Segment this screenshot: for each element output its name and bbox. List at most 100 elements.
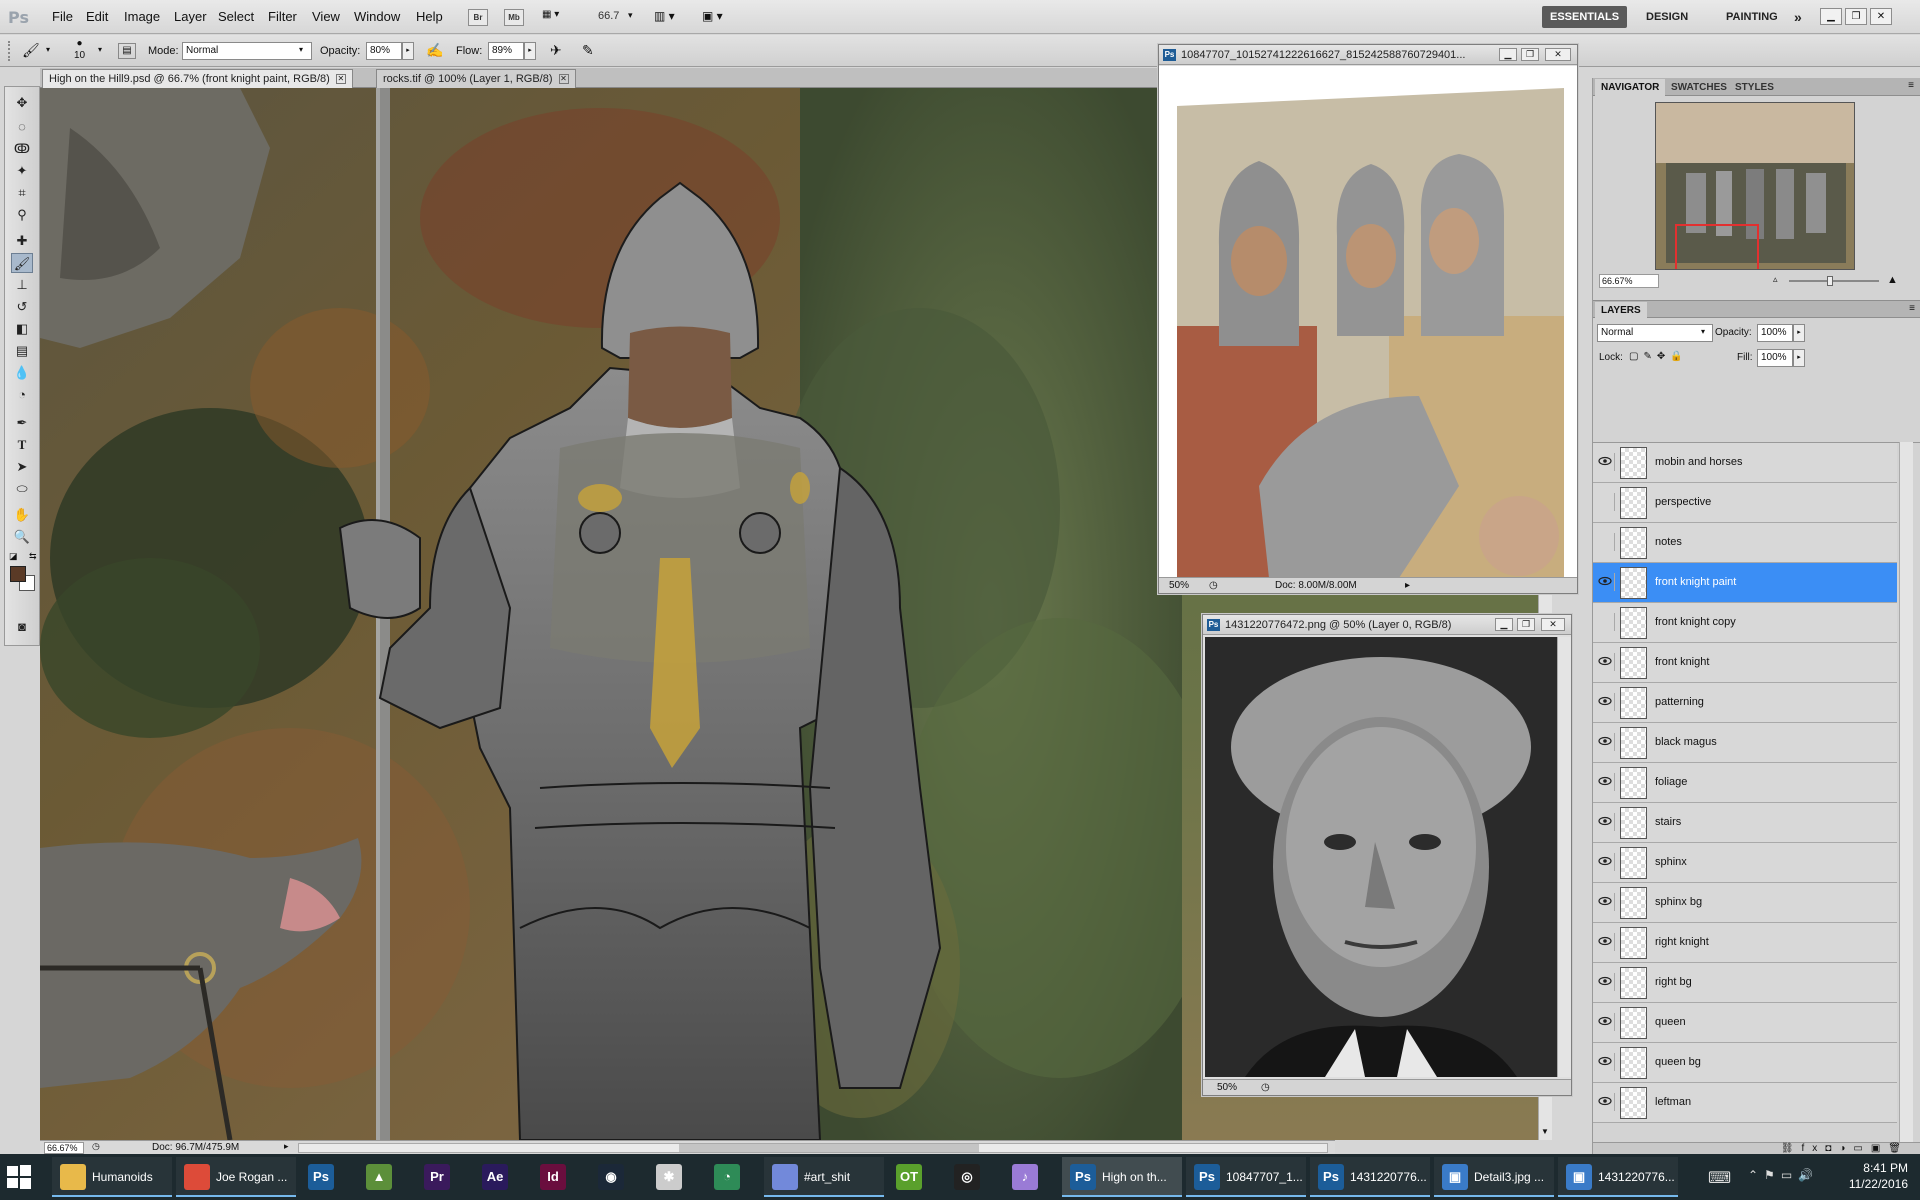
- path-selection-tool-icon[interactable]: ➤: [11, 457, 33, 477]
- layer-blend-mode-select[interactable]: Normal: [1597, 324, 1713, 342]
- tab-rocks[interactable]: rocks.tif @ 100% (Layer 1, RGB/8) ✕: [376, 69, 576, 88]
- eye-icon[interactable]: [1597, 573, 1615, 591]
- quick-mask-icon[interactable]: ◙: [11, 617, 33, 637]
- floating-document-portrait[interactable]: Ps 1431220776472.png @ 50% (Layer 0, RGB…: [1202, 614, 1572, 1096]
- arrange-documents-dropdown[interactable]: ▥ ▾: [654, 9, 675, 23]
- workspace-painting[interactable]: PAINTING: [1718, 6, 1786, 28]
- shape-tool-icon[interactable]: ⬭: [11, 479, 33, 499]
- window-zoom[interactable]: 50%: [1169, 578, 1189, 593]
- flow-slider-button[interactable]: ▸: [524, 42, 536, 60]
- close-icon[interactable]: ✕: [1545, 48, 1571, 61]
- layer-row[interactable]: notes: [1593, 523, 1897, 563]
- dodge-tool-icon[interactable]: ◔: [11, 385, 33, 405]
- layer-thumbnail[interactable]: [1620, 1087, 1647, 1119]
- status-zoom-field[interactable]: 66.67%: [44, 1142, 84, 1154]
- taskbar-app[interactable]: Id: [532, 1157, 588, 1197]
- layer-row[interactable]: stairs: [1593, 803, 1897, 843]
- layer-row[interactable]: patterning: [1593, 683, 1897, 723]
- navigator-preview[interactable]: [1655, 102, 1855, 270]
- layer-row[interactable]: black magus: [1593, 723, 1897, 763]
- opacity-input[interactable]: 80%: [366, 42, 402, 60]
- zoom-tool-icon[interactable]: 🔍: [11, 527, 33, 547]
- scrollbar-thumb[interactable]: [679, 1144, 979, 1152]
- hidden-eye-toggle[interactable]: [1597, 613, 1615, 631]
- tablet-pressure-size-icon[interactable]: ✎: [582, 42, 594, 59]
- layer-row[interactable]: front knight paint: [1593, 563, 1897, 603]
- taskbar-app[interactable]: Ps: [300, 1157, 356, 1197]
- layer-thumbnail[interactable]: [1620, 607, 1647, 639]
- menu-help[interactable]: Help: [416, 9, 443, 24]
- tab-layers[interactable]: LAYERS: [1595, 302, 1647, 319]
- zoom-in-icon[interactable]: ▲: [1887, 274, 1898, 286]
- foreground-color-swatch[interactable]: [10, 566, 26, 582]
- opacity-slider-button[interactable]: ▸: [402, 42, 414, 60]
- zoom-out-icon[interactable]: ▵: [1773, 274, 1778, 285]
- system-clock[interactable]: 8:41 PM 11/22/2016: [1849, 1160, 1908, 1192]
- gradient-tool-icon[interactable]: ▤: [11, 341, 33, 361]
- healing-brush-tool-icon[interactable]: ✚: [11, 231, 33, 251]
- layer-row[interactable]: queen: [1593, 1003, 1897, 1043]
- eraser-tool-icon[interactable]: ◧: [11, 319, 33, 339]
- taskbar-app[interactable]: ▣ Detail3.jpg ...: [1434, 1157, 1554, 1197]
- eye-icon[interactable]: [1597, 773, 1615, 791]
- crop-tool-icon[interactable]: ⌗: [11, 183, 33, 203]
- layer-row[interactable]: front knight: [1593, 643, 1897, 683]
- taskbar-app[interactable]: ◔: [706, 1157, 762, 1197]
- minimize-icon[interactable]: ▁: [1820, 8, 1842, 25]
- eye-icon[interactable]: [1597, 653, 1615, 671]
- zoom-level[interactable]: 66.7: [598, 10, 619, 22]
- eye-icon[interactable]: [1597, 453, 1615, 471]
- taskbar-app[interactable]: Humanoids: [52, 1157, 172, 1197]
- taskbar-app[interactable]: OT: [888, 1157, 944, 1197]
- system-tray-icons[interactable]: ⌃⚑▭🔊: [1748, 1168, 1819, 1182]
- tab-navigator[interactable]: NAVIGATOR: [1595, 79, 1666, 96]
- view-extras-dropdown[interactable]: ▦ ▾: [542, 9, 570, 26]
- link-layers-icon[interactable]: ⛓: [1781, 1143, 1802, 1154]
- delete-layer-icon[interactable]: 🗑: [1888, 1143, 1909, 1154]
- layer-thumbnail[interactable]: [1620, 847, 1647, 879]
- eye-icon[interactable]: [1597, 973, 1615, 991]
- minimize-icon[interactable]: ▁: [1499, 48, 1517, 61]
- taskbar-app[interactable]: ✱: [648, 1157, 704, 1197]
- taskbar-app[interactable]: Ps High on th...: [1062, 1157, 1182, 1197]
- hand-tool-icon[interactable]: ✋: [11, 505, 33, 525]
- layer-thumbnail[interactable]: [1620, 487, 1647, 519]
- eye-icon[interactable]: [1597, 1053, 1615, 1071]
- fill-input[interactable]: 100%: [1757, 349, 1793, 367]
- marquee-tool-icon[interactable]: ◌: [11, 117, 33, 137]
- layers-scrollbar[interactable]: [1899, 442, 1913, 1142]
- restore-icon[interactable]: ❐: [1517, 618, 1535, 631]
- status-info-icon[interactable]: ◷: [1261, 1080, 1270, 1095]
- new-layer-icon[interactable]: ▣: [1871, 1143, 1888, 1154]
- layer-row[interactable]: sphinx: [1593, 843, 1897, 883]
- lock-buttons[interactable]: ▢✎✥🔒: [1629, 351, 1688, 362]
- taskbar-app[interactable]: Joe Rogan ...: [176, 1157, 296, 1197]
- layer-thumbnail[interactable]: [1620, 687, 1647, 719]
- taskbar-app[interactable]: Ps 10847707_1...: [1186, 1157, 1306, 1197]
- workspace-essentials[interactable]: ESSENTIALS: [1542, 6, 1628, 28]
- screen-mode-dropdown[interactable]: ▣ ▾: [702, 9, 723, 23]
- pen-tool-icon[interactable]: ✒: [11, 413, 33, 433]
- blur-tool-icon[interactable]: 💧: [11, 363, 33, 383]
- add-mask-icon[interactable]: ◘: [1825, 1143, 1839, 1154]
- eye-icon[interactable]: [1597, 813, 1615, 831]
- close-tab-icon[interactable]: ✕: [335, 74, 346, 85]
- menu-filter[interactable]: Filter: [268, 9, 297, 24]
- vertical-scrollbar[interactable]: [1557, 637, 1571, 1077]
- close-icon[interactable]: ✕: [1870, 8, 1892, 25]
- horizontal-scrollbar[interactable]: [298, 1143, 1328, 1153]
- tab-high-on-the-hill[interactable]: High on the Hill9.psd @ 66.7% (front kni…: [42, 69, 353, 88]
- workspace-design[interactable]: DESIGN: [1638, 6, 1696, 28]
- taskbar-app[interactable]: Pr: [416, 1157, 472, 1197]
- brush-tool-icon[interactable]: 🖌: [11, 253, 33, 273]
- brush-tool-preset-icon[interactable]: 🖌: [22, 42, 40, 59]
- layer-thumbnail[interactable]: [1620, 727, 1647, 759]
- layer-row[interactable]: foliage: [1593, 763, 1897, 803]
- mini-bridge-button[interactable]: Mb: [504, 9, 524, 26]
- brush-panel-toggle-icon[interactable]: ▤: [118, 43, 136, 59]
- layer-opacity-slider-button[interactable]: ▸: [1793, 324, 1805, 342]
- panel-menu-icon[interactable]: ≡: [1909, 303, 1915, 314]
- panel-menu-icon[interactable]: ≡: [1908, 80, 1914, 91]
- navigator-zoom-slider[interactable]: [1789, 280, 1879, 282]
- keyboard-icon[interactable]: ⌨: [1708, 1168, 1731, 1188]
